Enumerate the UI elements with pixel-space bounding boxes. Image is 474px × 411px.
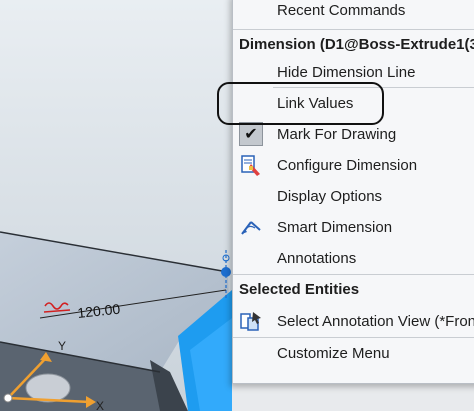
smart-dimension-icon bbox=[241, 221, 261, 235]
menu-item-select-annotation-view[interactable]: Select Annotation View (*Fron bbox=[233, 307, 474, 337]
check-glyph: ✔ bbox=[244, 126, 258, 143]
menu-item-label: Customize Menu bbox=[277, 345, 390, 362]
menu-item-annotations[interactable]: Annotations bbox=[233, 244, 474, 274]
menu-item-label: Hide Dimension Line bbox=[277, 64, 416, 81]
menu-item-label: Configure Dimension bbox=[277, 157, 418, 174]
menu-item-recent-commands[interactable]: Recent Commands bbox=[233, 0, 474, 26]
menu-item-display-options[interactable]: Display Options bbox=[233, 182, 474, 212]
menu-item-customize-menu[interactable]: Customize Menu bbox=[233, 339, 474, 369]
menu-item-label: Smart Dimension bbox=[277, 219, 393, 236]
menu-section-label: Selected Entities bbox=[239, 281, 360, 298]
menu-bottom-area bbox=[232, 384, 474, 411]
dimension-handle-point[interactable] bbox=[221, 267, 231, 277]
menu-item-label: Mark For Drawing bbox=[277, 126, 397, 143]
menu-section-label: Dimension (D1@Boss-Extrude1(3 bbox=[239, 36, 474, 53]
context-menu: Recent Commands Dimension (D1@Boss-Extru… bbox=[232, 0, 474, 384]
menu-section-dimension: Dimension (D1@Boss-Extrude1(3 bbox=[233, 30, 474, 60]
menu-item-configure-dimension[interactable]: Configure Dimension bbox=[233, 151, 474, 181]
menu-item-label: Display Options bbox=[277, 188, 383, 205]
axis-x-label: X bbox=[96, 399, 104, 411]
configure-dimension-icon bbox=[241, 155, 260, 176]
menu-separator bbox=[233, 337, 474, 338]
annotation-view-icon bbox=[240, 312, 261, 331]
check-icon: ✔ bbox=[239, 122, 263, 146]
menu-item-label: Select Annotation View (*Fron bbox=[277, 313, 474, 330]
menu-item-label: Annotations bbox=[277, 250, 357, 267]
axis-y-label: Y bbox=[58, 339, 66, 353]
highlight-annotation bbox=[217, 82, 384, 125]
menu-section-selected-entities: Selected Entities bbox=[233, 275, 474, 305]
menu-item-smart-dimension[interactable]: Smart Dimension bbox=[233, 213, 474, 243]
menu-item-label: Recent Commands bbox=[277, 2, 406, 19]
